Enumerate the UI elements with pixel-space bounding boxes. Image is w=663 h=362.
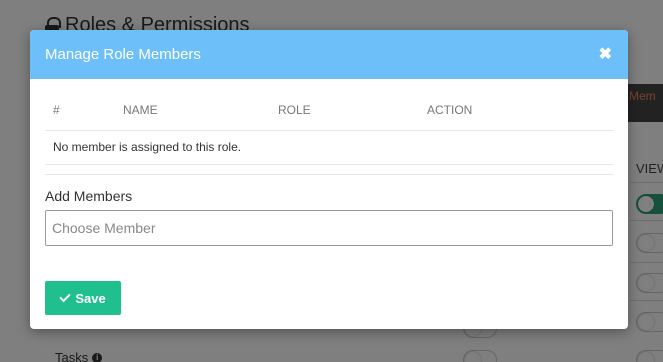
- table-row: No member is assigned to this role.: [45, 130, 613, 165]
- empty-table-message: No member is assigned to this role.: [45, 130, 613, 165]
- manage-role-members-modal: Manage Role Members ✖ # NAME ROLE ACTION…: [30, 30, 628, 329]
- column-header-name: NAME: [115, 90, 270, 131]
- add-members-label: Add Members: [45, 188, 133, 204]
- modal-header: Manage Role Members ✖: [30, 30, 628, 79]
- table-header-row: # NAME ROLE ACTION: [45, 90, 613, 131]
- save-button-label: Save: [75, 290, 106, 306]
- choose-member-input[interactable]: [45, 210, 613, 246]
- column-header-role: ROLE: [270, 90, 419, 131]
- divider: [45, 174, 613, 175]
- column-header-number: #: [45, 90, 115, 131]
- column-header-action: ACTION: [419, 90, 613, 131]
- save-button[interactable]: Save: [45, 281, 121, 315]
- members-table: # NAME ROLE ACTION No member is assigned…: [45, 90, 613, 165]
- close-icon[interactable]: ✖: [599, 46, 612, 63]
- check-icon: [59, 290, 71, 303]
- modal-title: Manage Role Members: [45, 46, 201, 63]
